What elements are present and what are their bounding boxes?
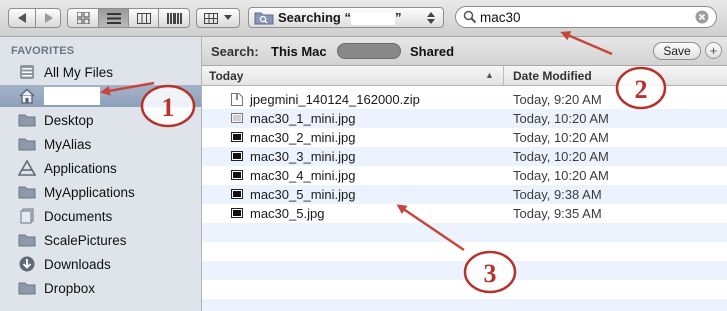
annotation-badge-2: 2 bbox=[615, 66, 667, 110]
annotation-arrow-1 bbox=[100, 81, 155, 96]
svg-text:1: 1 bbox=[162, 93, 175, 122]
svg-text:2: 2 bbox=[635, 75, 648, 104]
annotation-badge-3: 3 bbox=[463, 250, 517, 294]
annotation-overlay: 1 2 3 bbox=[100, 31, 667, 294]
annotation-arrow-3 bbox=[396, 204, 465, 252]
annotation-arrow-2 bbox=[560, 31, 613, 56]
annotation-badge-1: 1 bbox=[140, 84, 196, 128]
svg-text:3: 3 bbox=[484, 259, 497, 288]
